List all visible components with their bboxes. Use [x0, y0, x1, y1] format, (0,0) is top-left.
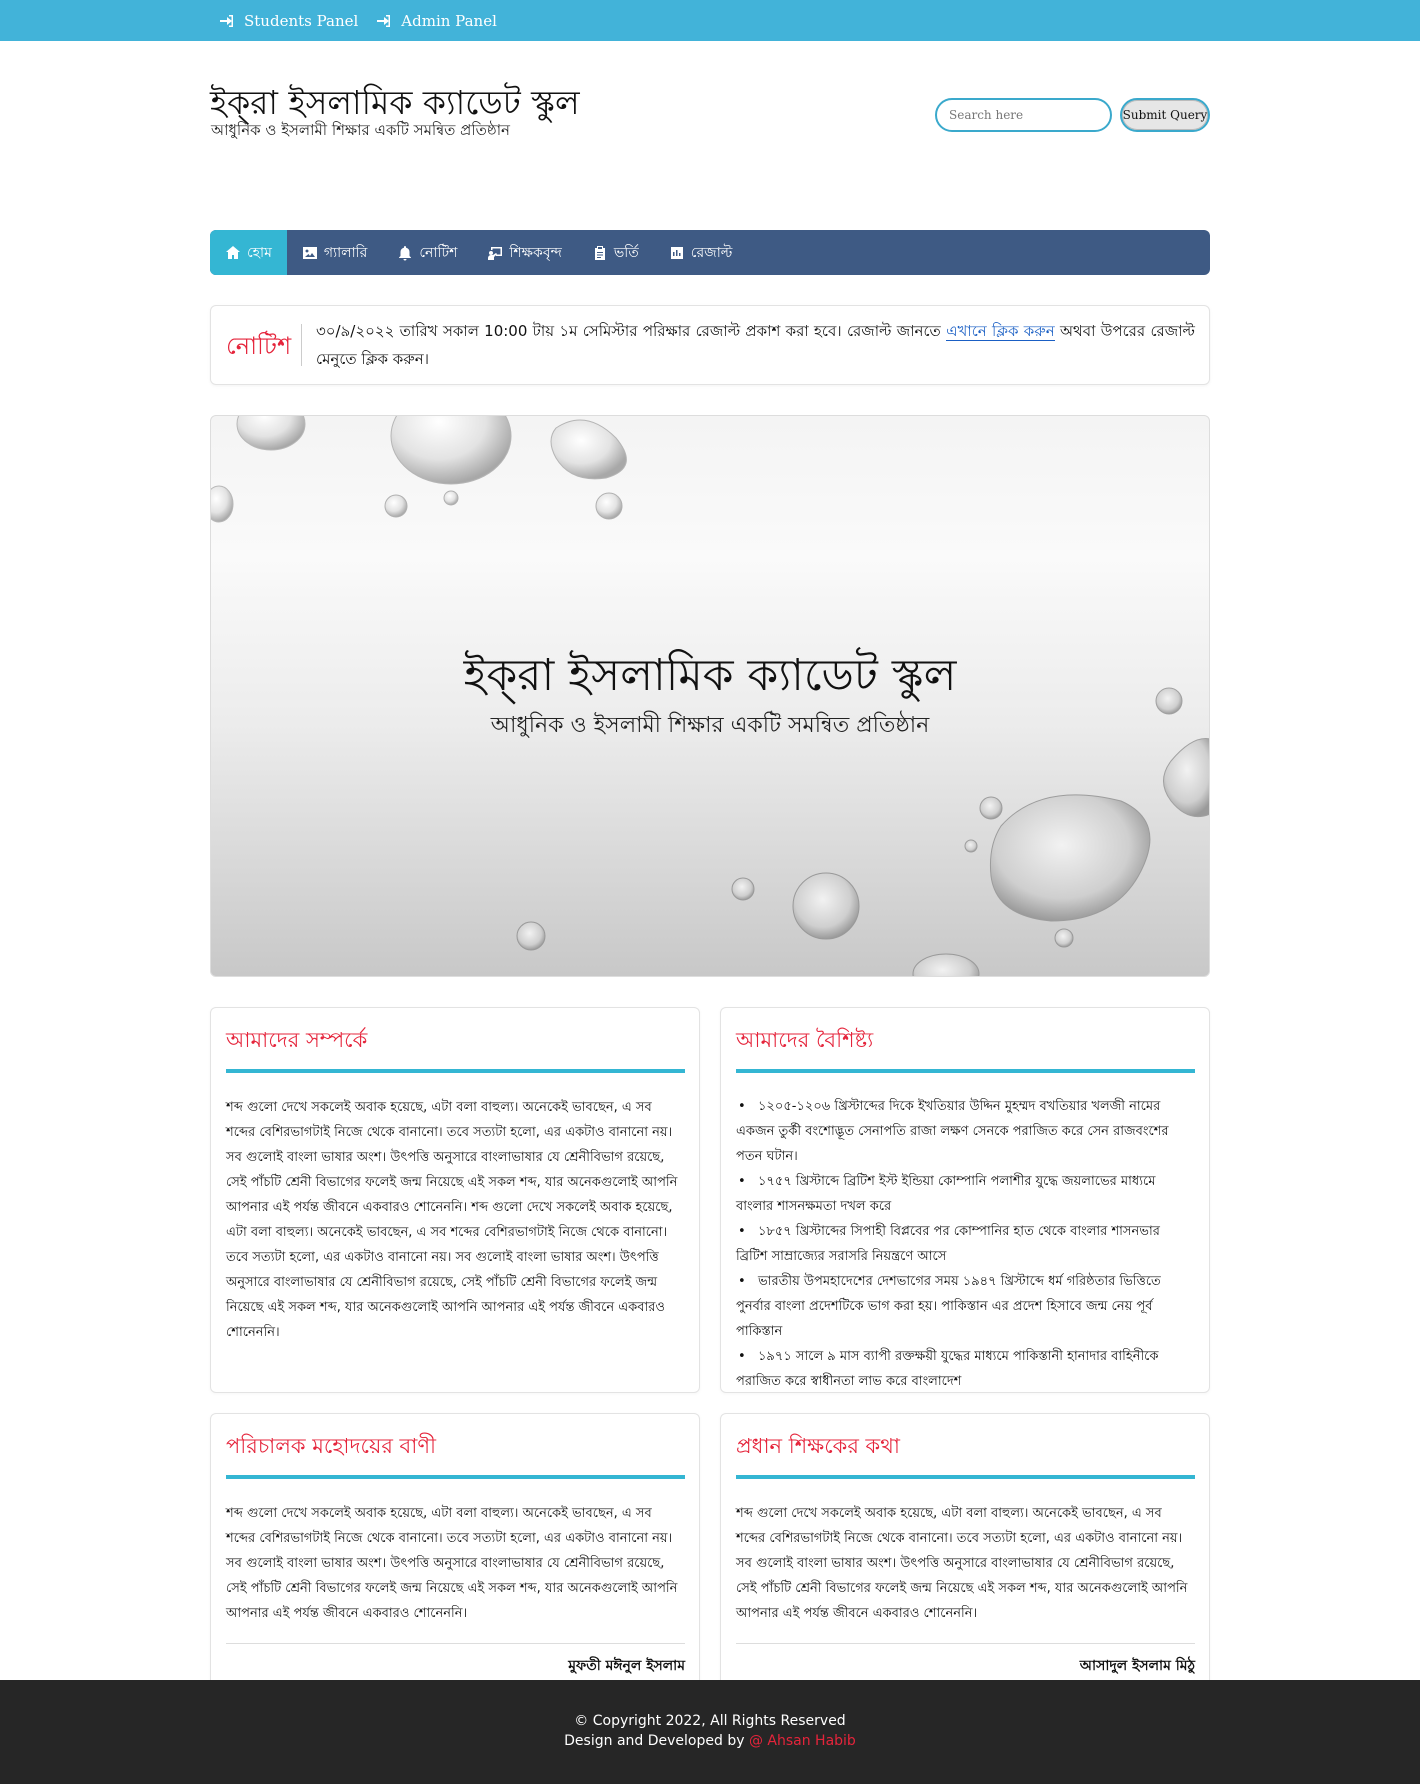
- submit-query-button[interactable]: Submit Query: [1120, 98, 1210, 132]
- notice-result-link[interactable]: এখানে ক্লিক করুন: [946, 322, 1055, 341]
- students-panel-label: Students Panel: [244, 11, 359, 30]
- nav-item-home[interactable]: হোম: [210, 230, 287, 275]
- developer-credit: Design and Developed by @ Ahsan Habib: [0, 1733, 1420, 1749]
- banner-subtitle: আধুনিক ও ইসলামী শিক্ষার একটি সমন্বিত প্র…: [490, 713, 930, 738]
- director-message-card: পরিচালক মহোদয়ের বাণী শব্দ গুলো দেখে সকল…: [210, 1413, 700, 1697]
- features-heading: আমাদের বৈশিষ্ট্য: [736, 1024, 1195, 1073]
- author-link[interactable]: @ Ahsan Habib: [749, 1733, 856, 1749]
- nav-item-teachers[interactable]: শিক্ষকবৃন্দ: [472, 230, 576, 275]
- nav-item-result[interactable]: রেজাল্ট: [654, 230, 748, 275]
- nav-label: ভর্তি: [613, 244, 639, 261]
- nav-item-notice[interactable]: নোটিশ: [382, 230, 472, 275]
- students-panel-link[interactable]: Students Panel: [219, 12, 358, 30]
- nav-label: শিক্ষকবৃন্দ: [509, 244, 562, 261]
- headteacher-name: আসাদুল ইসলাম মিঠু: [1079, 1658, 1195, 1674]
- headteacher-heading: প্রধান শিক্ষকের কথা: [736, 1430, 1195, 1479]
- site-header: ইক্‌রা ইসলামিক ক্যাডেট স্কুল আধুনিক ও ইস…: [210, 41, 1210, 189]
- notice-text: ৩০/৯/২০২২ তারিখ সকাল 10:00 টায় ১ম সেমিস…: [316, 317, 1195, 373]
- headteacher-text: শব্দ গুলো দেখে সকলেই অবাক হয়েছে, এটা বল…: [736, 1506, 1188, 1621]
- search-input[interactable]: [935, 98, 1112, 132]
- teacher-icon: [488, 246, 503, 260]
- director-text: শব্দ গুলো দেখে সকলেই অবাক হয়েছে, এটা বল…: [226, 1506, 678, 1621]
- sign-in-icon: [377, 14, 391, 27]
- list-item: ১২০৫-১২০৬ খ্রিস্টাব্দের দিকে ইখতিয়ার উদ…: [736, 1094, 1195, 1169]
- nav-label: হোম: [247, 244, 272, 261]
- site-footer: © Copyright 2022, All Rights Reserved De…: [0, 1680, 1420, 1784]
- list-item: ১৯৭১ সালে ৯ মাস ব্যাপী রক্তক্ষয়ী যুদ্ধে…: [736, 1344, 1195, 1394]
- nav-label: গ্যালারি: [323, 244, 368, 261]
- clipboard-icon: [594, 245, 605, 260]
- notice-label: নোটিশ: [226, 332, 292, 360]
- main-nav: হোম গ্যালারি নোটিশ শিক্ষকবৃন্দ ভর্তি রেজ…: [210, 230, 1210, 275]
- chart-icon: [670, 246, 683, 259]
- notice-text-before: ৩০/৯/২০২২ তারিখ সকাল 10:00 টায় ১ম সেমিস…: [316, 322, 947, 340]
- about-card: আমাদের সম্পর্কে শব্দ গুলো দেখে সকলেই অবা…: [210, 1007, 700, 1393]
- copyright-text: © Copyright 2022, All Rights Reserved: [574, 1713, 846, 1729]
- notice-bar: নোটিশ ৩০/৯/২০২২ তারিখ সকাল 10:00 টায় ১ম…: [210, 305, 1210, 385]
- list-item: ভারতীয় উপমহাদেশের দেশভাগের সময় ১৯৪৭ খ্…: [736, 1269, 1195, 1344]
- admin-panel-label: Admin Panel: [401, 11, 497, 30]
- developer-prefix: Design and Developed by: [564, 1733, 749, 1749]
- list-item: ১৭৫৭ খ্রিস্টাব্দে ব্রিটিশ ইস্ট ইন্ডিয়া …: [736, 1169, 1195, 1219]
- about-text: শব্দ গুলো দেখে সকলেই অবাক হয়েছে, এটা বল…: [226, 1100, 678, 1340]
- top-bar: Students Panel Admin Panel: [0, 0, 1420, 41]
- image-icon: [302, 246, 317, 259]
- home-icon: [226, 245, 240, 259]
- list-item: ১৮৫৭ খ্রিস্টাব্দের সিপাহী বিপ্লবের পর কো…: [736, 1219, 1195, 1269]
- headteacher-message-card: প্রধান শিক্ষকের কথা শব্দ গুলো দেখে সকলেই…: [720, 1413, 1210, 1697]
- site-tagline: আধুনিক ও ইসলামী শিক্ষার একটি সমন্বিত প্র…: [211, 121, 510, 139]
- nav-item-gallery[interactable]: গ্যালারি: [287, 230, 383, 275]
- hero-banner: ইক্‌রা ইসলামিক ক্যাডেট স্কুল আধুনিক ও ইস…: [210, 415, 1210, 977]
- about-heading: আমাদের সম্পর্কে: [226, 1024, 685, 1073]
- features-list: ১২০৫-১২০৬ খ্রিস্টাব্দের দিকে ইখতিয়ার উদ…: [736, 1094, 1195, 1394]
- nav-label: নোটিশ: [419, 244, 458, 261]
- nav-item-admission[interactable]: ভর্তি: [577, 230, 654, 275]
- admin-panel-link[interactable]: Admin Panel: [376, 12, 497, 30]
- sign-in-icon: [220, 14, 233, 27]
- nav-label: রেজাল্ট: [690, 244, 733, 261]
- banner-title: ইক্‌রা ইসলামিক ক্যাডেট স্কুল: [463, 650, 957, 701]
- director-heading: পরিচালক মহোদয়ের বাণী: [226, 1430, 685, 1479]
- bell-icon: [399, 245, 412, 260]
- features-card: আমাদের বৈশিষ্ট্য ১২০৫-১২০৬ খ্রিস্টাব্দের…: [720, 1007, 1210, 1393]
- notice-divider: [301, 324, 302, 366]
- director-name: মুফতী মঈনুল ইসলাম: [568, 1658, 685, 1674]
